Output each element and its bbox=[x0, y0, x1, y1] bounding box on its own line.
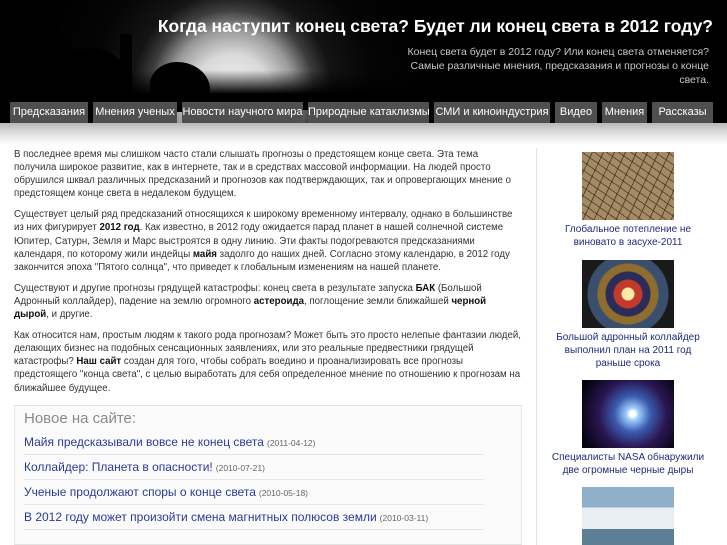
sidebar-caption[interactable]: Большой адронный коллайдер выполнил план… bbox=[548, 331, 708, 370]
article-paragraph: В последнее время мы слишком часто стали… bbox=[14, 149, 511, 200]
sidebar-card[interactable]: Глобальное потепление не виновато в засу… bbox=[548, 152, 708, 249]
bold-term: 2012 год bbox=[99, 222, 140, 234]
news-date: (2010-05-18) bbox=[258, 488, 309, 498]
bold-term: астероида bbox=[253, 295, 304, 307]
sidebar-card[interactable] bbox=[548, 487, 708, 545]
nebula-image[interactable] bbox=[582, 380, 674, 448]
nav-item-disasters[interactable]: Природные катаклизмы bbox=[308, 102, 430, 123]
nav-item-stories[interactable]: Рассказы bbox=[652, 102, 713, 123]
text-span: Существуют и другие прогнозы грядущей ка… bbox=[14, 282, 416, 294]
divider bbox=[24, 454, 484, 455]
bold-term: Наш сайт bbox=[76, 356, 122, 368]
divider bbox=[24, 529, 484, 530]
nav-item-video[interactable]: Видео bbox=[555, 102, 597, 123]
site-title[interactable]: Когда наступит конец света? Будет ли кон… bbox=[158, 16, 713, 37]
news-date: (2010-07-21) bbox=[215, 463, 265, 473]
article-paragraph: Как относится нам, простым людям к таког… bbox=[14, 329, 522, 394]
news-box: Новое на сайте: Майя предсказывали вовсе… bbox=[14, 405, 522, 545]
news-date: (2010-03-11) bbox=[379, 513, 429, 523]
column-divider bbox=[536, 148, 537, 545]
divider bbox=[24, 504, 484, 505]
news-link[interactable]: Коллайдер: Планета в опасности! (2010-07-… bbox=[24, 460, 265, 474]
article-body: В последнее время мы слишком часто стали… bbox=[14, 148, 522, 403]
main-nav: Предсказания Мнения ученых Новости научн… bbox=[0, 102, 727, 124]
nav-item-media[interactable]: СМИ и киноиндустрия bbox=[434, 102, 550, 123]
collider-image[interactable] bbox=[582, 260, 674, 328]
sidebar-card[interactable]: Специалисты NASA обнаружили две огромные… bbox=[548, 380, 708, 477]
news-heading: Новое на сайте: bbox=[24, 410, 137, 427]
news-link[interactable]: В 2012 году может произойти смена магнит… bbox=[24, 510, 428, 524]
news-link-title[interactable]: Коллайдер: Планета в опасности! bbox=[24, 460, 213, 474]
sidebar-caption[interactable]: Специалисты NASA обнаружили две огромные… bbox=[548, 451, 708, 477]
iceberg-image[interactable] bbox=[582, 487, 674, 545]
nav-item-predictions[interactable]: Предсказания bbox=[10, 102, 88, 123]
sidebar-caption[interactable]: Глобальное потепление не виновато в засу… bbox=[548, 223, 708, 249]
news-date: (2011-04-12) bbox=[266, 438, 316, 448]
nav-item-opinions[interactable]: Мнения bbox=[602, 102, 647, 123]
nav-item-science-news[interactable]: Новости научного мира bbox=[182, 102, 303, 123]
article-paragraph: Существуют и другие прогнозы грядущей ка… bbox=[14, 282, 522, 321]
news-link-title[interactable]: В 2012 году может произойти смена магнит… bbox=[24, 510, 377, 524]
text-span: , и другие. bbox=[46, 309, 93, 321]
article-paragraph: Существует целый ряд предсказаний относя… bbox=[14, 208, 522, 273]
sidebar-card[interactable]: Большой адронный коллайдер выполнил план… bbox=[548, 260, 708, 370]
news-link[interactable]: Ученые продолжают споры о конце света (20… bbox=[24, 485, 308, 499]
news-link-title[interactable]: Ученые продолжают споры о конце света bbox=[24, 485, 256, 499]
text-span: , поглощение земли ближайшей bbox=[304, 295, 452, 307]
nav-item-scientists[interactable]: Мнения ученых bbox=[93, 102, 177, 123]
bold-term: БАК bbox=[415, 282, 436, 294]
cracked-earth-image[interactable] bbox=[582, 152, 674, 220]
nav-shadow bbox=[0, 123, 727, 145]
news-link[interactable]: Майя предсказывали вовсе не конец света(… bbox=[24, 435, 316, 449]
divider bbox=[24, 479, 484, 480]
news-link-title[interactable]: Майя предсказывали вовсе не конец света bbox=[24, 435, 264, 449]
site-subtitle: Конец света будет в 2012 году? Или конец… bbox=[407, 46, 709, 86]
bold-term: майя bbox=[192, 248, 217, 260]
